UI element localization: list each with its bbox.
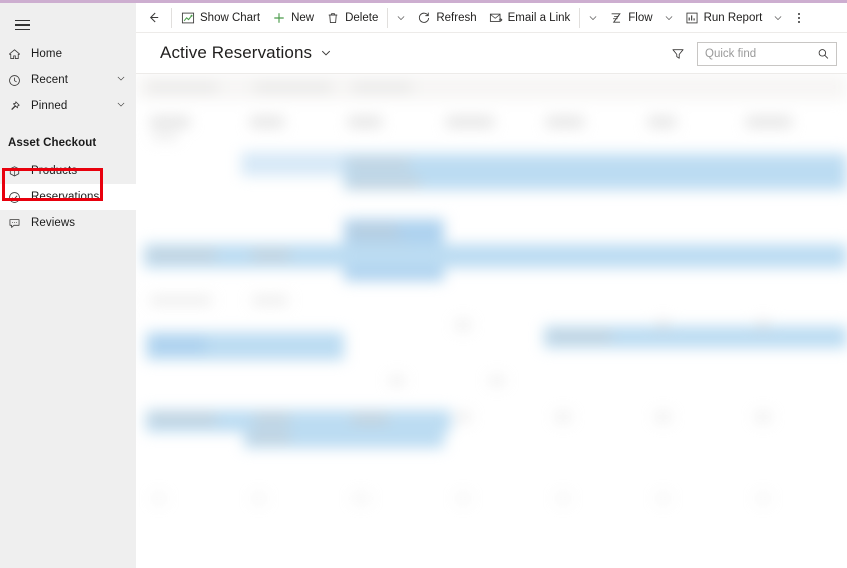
back-button[interactable] <box>138 3 168 33</box>
delete-caret[interactable] <box>391 3 411 33</box>
email-a-link-caret[interactable] <box>583 3 603 33</box>
grid-blurred-content <box>136 74 847 566</box>
sidebar-item-products[interactable]: Products <box>0 158 136 184</box>
email-icon <box>489 11 503 25</box>
check-circle-icon <box>8 191 26 204</box>
pin-icon <box>8 100 26 113</box>
command-label: Show Chart <box>200 11 261 24</box>
sidebar-item-label: Pinned <box>31 100 68 112</box>
comment-icon <box>8 217 26 230</box>
sidebar-item-label: Products <box>31 165 78 177</box>
report-icon <box>685 11 699 25</box>
box-icon <box>8 165 26 178</box>
flow-caret[interactable] <box>659 3 679 33</box>
flow-icon <box>609 11 623 25</box>
filter-icon[interactable] <box>667 43 689 65</box>
delete-button[interactable]: Delete <box>320 3 384 33</box>
main-content: Show Chart New Delete Refresh Email a Li… <box>136 3 847 568</box>
sidebar-section-title: Asset Checkout <box>8 137 97 149</box>
sidebar-item-label: Reservations <box>31 191 100 203</box>
command-label: New <box>291 11 315 24</box>
command-separator <box>171 7 172 28</box>
chevron-down-icon[interactable] <box>116 74 126 87</box>
chevron-down-icon <box>665 15 672 20</box>
menu-icon[interactable] <box>4 9 40 41</box>
command-bar: Show Chart New Delete Refresh Email a Li… <box>136 3 847 33</box>
page-title: Active Reservations <box>160 43 313 62</box>
view-header-actions <box>667 33 837 74</box>
view-header: Active Reservations <box>136 33 847 74</box>
clock-icon <box>8 74 26 87</box>
email-a-link-button[interactable]: Email a Link <box>483 3 577 33</box>
show-chart-button[interactable]: Show Chart <box>175 3 266 33</box>
view-selector-chevron-down-icon[interactable] <box>320 47 332 59</box>
new-button[interactable]: New <box>266 3 320 33</box>
flow-button[interactable]: Flow <box>603 3 658 33</box>
sidebar-item-reservations[interactable]: Reservations <box>0 184 136 210</box>
sidebar: Home Recent Pinned Asset Checkout Produc… <box>0 3 136 568</box>
more-commands-button[interactable] <box>788 3 810 33</box>
chevron-down-icon <box>397 15 405 20</box>
sidebar-item-pinned[interactable]: Pinned <box>0 93 136 119</box>
trash-icon <box>326 11 340 25</box>
command-separator <box>387 7 389 28</box>
run-report-button[interactable]: Run Report <box>679 3 769 33</box>
command-label: Run Report <box>703 11 763 24</box>
chart-icon <box>181 11 195 25</box>
command-label: Refresh <box>436 11 477 24</box>
command-label: Delete <box>345 11 379 24</box>
sidebar-item-label: Home <box>31 48 63 60</box>
sidebar-item-home[interactable]: Home <box>0 41 136 67</box>
command-label: Email a Link <box>507 11 571 24</box>
refresh-icon <box>417 11 431 25</box>
chevron-down-icon <box>775 15 782 20</box>
arrow-left-icon <box>149 12 158 23</box>
chevron-down-icon[interactable] <box>116 100 126 113</box>
command-label: Flow <box>628 11 653 24</box>
chevron-down-icon <box>589 15 597 20</box>
command-separator <box>579 7 581 28</box>
quick-find-container[interactable] <box>697 41 837 66</box>
sidebar-item-label: Reviews <box>31 217 76 229</box>
search-input[interactable] <box>705 42 817 65</box>
search-icon[interactable] <box>817 47 830 60</box>
plus-icon <box>272 11 286 25</box>
ellipsis-vertical-icon <box>798 16 801 19</box>
sidebar-item-reviews[interactable]: Reviews <box>0 210 136 236</box>
home-icon <box>8 48 26 61</box>
sidebar-item-recent[interactable]: Recent <box>0 67 136 93</box>
run-report-caret[interactable] <box>768 3 788 33</box>
refresh-button[interactable]: Refresh <box>411 3 482 33</box>
reservations-grid[interactable] <box>136 74 847 566</box>
sidebar-item-label: Recent <box>31 74 69 86</box>
